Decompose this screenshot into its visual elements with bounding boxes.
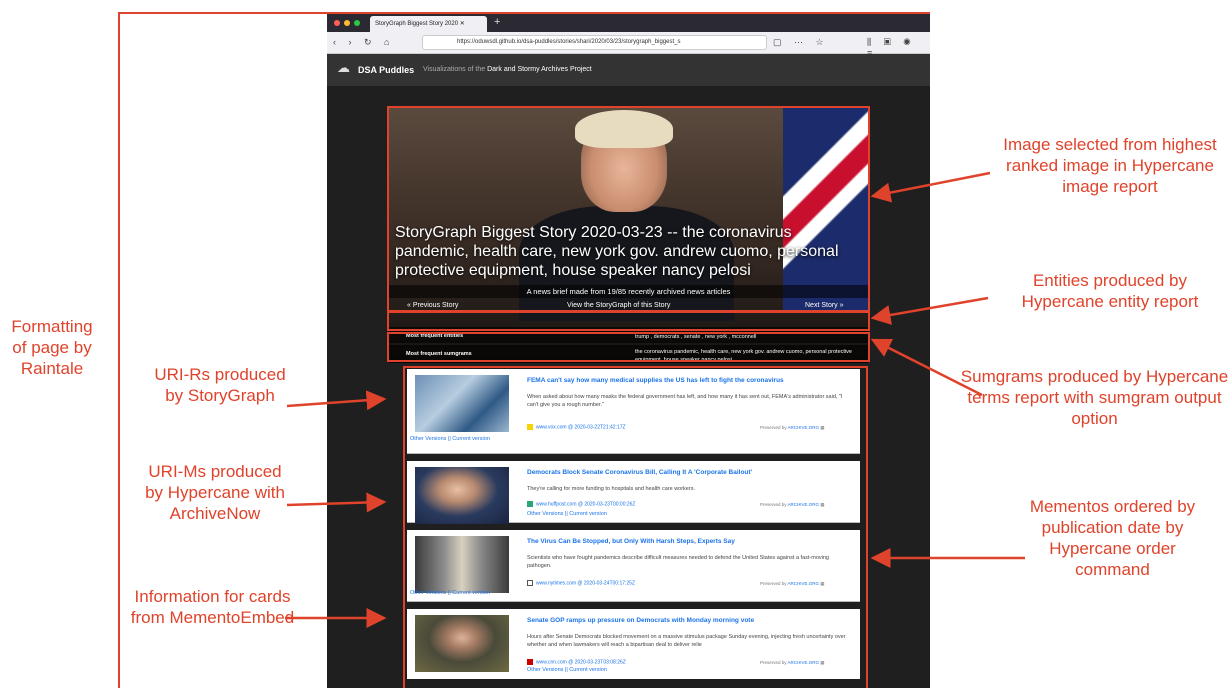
memento-card: Democrats Block Senate Coronavirus Bill,… xyxy=(407,461,860,524)
brand-name[interactable]: DSA Puddles xyxy=(358,65,414,75)
card-meta[interactable]: www.cnn.com @ 2020-03-23T03:08:26Z xyxy=(527,659,626,665)
card-title[interactable]: The Virus Can Be Stopped, but Only With … xyxy=(527,538,847,545)
favicon-icon xyxy=(527,501,533,507)
card-snippet: Scientists who have fought pandemics des… xyxy=(527,555,829,569)
preserved-label: Preserved by xyxy=(760,425,787,430)
annotation-urims: URI-Ms produced by Hypercane with Archiv… xyxy=(145,462,285,523)
archive-link: ARCHIVE.ORG xyxy=(787,581,820,586)
back-forward-reload-home-icons[interactable]: ‹ › ↻ ⌂ xyxy=(333,37,394,48)
address-bar[interactable]: https://oduwsdl.github.io/dsa-puddles/st… xyxy=(422,35,767,50)
archive-link: ARCHIVE.ORG xyxy=(787,660,820,665)
card-title[interactable]: Democrats Block Senate Coronavirus Bill,… xyxy=(527,469,847,476)
card-thumbnail[interactable] xyxy=(415,536,509,593)
archive-link: ARCHIVE.ORG xyxy=(787,425,820,430)
annotation-mementos: Mementos ordered by publication date by … xyxy=(1029,497,1196,579)
annotation-sumgrams: Sumgrams produced by Hypercane terms rep… xyxy=(960,367,1229,428)
card-version-links[interactable]: Other Versions || Current version xyxy=(527,511,607,517)
card-source: www.huffpost.com @ 2020-03-23T00:00:26Z xyxy=(536,501,636,508)
annotation-formatting: Formatting of page by Raintale xyxy=(11,317,93,378)
card-snippet: They're calling for more funding to hosp… xyxy=(527,486,695,492)
site-header: ☁ DSA Puddles Visualizations of the Dark… xyxy=(327,54,930,86)
subtitle-prefix: Visualizations of the xyxy=(423,66,486,73)
card-thumbnail[interactable] xyxy=(415,615,509,672)
favicon-icon xyxy=(527,424,533,430)
new-tab-icon[interactable]: + xyxy=(494,16,500,28)
card-source: www.cnn.com @ 2020-03-23T03:08:26Z xyxy=(536,659,626,666)
preserved-by[interactable]: Preserved by ARCHIVE.ORG ▦ xyxy=(760,425,825,431)
entities-highlight-box xyxy=(387,311,870,331)
raintale-frame-left xyxy=(118,12,120,688)
url-text: https://oduwsdl.github.io/dsa-puddles/st… xyxy=(457,39,681,45)
card-snippet: Hours after Senate Democrats blocked mov… xyxy=(527,634,846,648)
annotation-urirs: URI-Rs produced by StoryGraph xyxy=(154,365,286,405)
card-version-links[interactable]: Other Versions || Current version xyxy=(410,436,490,442)
image-highlight-box xyxy=(387,106,870,312)
card-thumbnail[interactable] xyxy=(415,375,509,432)
minimize-dot-icon[interactable] xyxy=(344,20,350,26)
card-thumbnail[interactable] xyxy=(415,467,509,524)
favicon-icon xyxy=(527,659,533,665)
maximize-dot-icon[interactable] xyxy=(354,20,360,26)
card-meta[interactable]: www.nytimes.com @ 2020-03-24T00:17:25Z xyxy=(527,580,635,586)
browser-window: StoryGraph Biggest Story 2020 ✕ + ‹ › ↻ … xyxy=(327,14,930,688)
preserved-by[interactable]: Preserved by ARCHIVE.ORG ▦ xyxy=(760,581,825,587)
memento-card: Senate GOP ramps up pressure on Democrat… xyxy=(407,609,860,679)
close-dot-icon[interactable] xyxy=(334,20,340,26)
card-title[interactable]: FEMA can't say how many medical supplies… xyxy=(527,377,847,384)
nav-bar: ‹ › ↻ ⌂ https://oduwsdl.github.io/dsa-pu… xyxy=(327,32,930,58)
subtitle-highlight: Dark and Stormy Archives Project xyxy=(487,66,592,73)
page-actions-icons[interactable]: ▢ ⋯ ☆ xyxy=(773,37,829,48)
tab-bar: StoryGraph Biggest Story 2020 ✕ + xyxy=(327,14,930,32)
storm-cloud-logo-icon: ☁ xyxy=(337,60,350,75)
memento-card: FEMA can't say how many medical supplies… xyxy=(407,369,860,454)
annotation-entities: Entities produced by Hypercane entity re… xyxy=(1021,271,1199,311)
card-title[interactable]: Senate GOP ramps up pressure on Democrat… xyxy=(527,617,847,624)
favicon-icon xyxy=(527,580,533,586)
card-version-links[interactable]: Other Versions || Current version xyxy=(410,590,490,596)
preserved-label: Preserved by xyxy=(760,502,787,507)
diagram: StoryGraph Biggest Story 2020 ✕ + ‹ › ↻ … xyxy=(0,0,1231,688)
tab-title: StoryGraph Biggest Story 2020 xyxy=(375,21,460,27)
preserved-label: Preserved by xyxy=(760,660,787,665)
preserved-by[interactable]: Preserved by ARCHIVE.ORG ▦ xyxy=(760,502,825,508)
memento-card-list: FEMA can't say how many medical supplies… xyxy=(407,369,867,686)
card-source: www.vox.com @ 2020-03-22T21:42:17Z xyxy=(536,424,626,431)
card-version-links[interactable]: Other Versions || Current version xyxy=(527,667,607,673)
annotation-info-cards: Information for cards from MementoEmbed xyxy=(130,587,295,627)
preserved-label: Preserved by xyxy=(760,581,787,586)
card-meta[interactable]: www.huffpost.com @ 2020-03-23T00:00:26Z xyxy=(527,501,635,507)
memento-card: The Virus Can Be Stopped, but Only With … xyxy=(407,530,860,602)
annotation-image-selected: Image selected from highest ranked image… xyxy=(1003,135,1217,196)
archive-link: ARCHIVE.ORG xyxy=(787,502,820,507)
card-meta[interactable]: www.vox.com @ 2020-03-22T21:42:17Z xyxy=(527,424,626,430)
brand-subtitle: Visualizations of the Dark and Stormy Ar… xyxy=(423,66,592,73)
preserved-by[interactable]: Preserved by ARCHIVE.ORG ▦ xyxy=(760,660,825,666)
card-snippet: When asked about how many masks the fede… xyxy=(527,394,843,408)
sumgrams-highlight-box xyxy=(387,332,870,362)
browser-tab[interactable]: StoryGraph Biggest Story 2020 ✕ xyxy=(370,16,487,32)
card-source: www.nytimes.com @ 2020-03-24T00:17:25Z xyxy=(536,580,636,587)
